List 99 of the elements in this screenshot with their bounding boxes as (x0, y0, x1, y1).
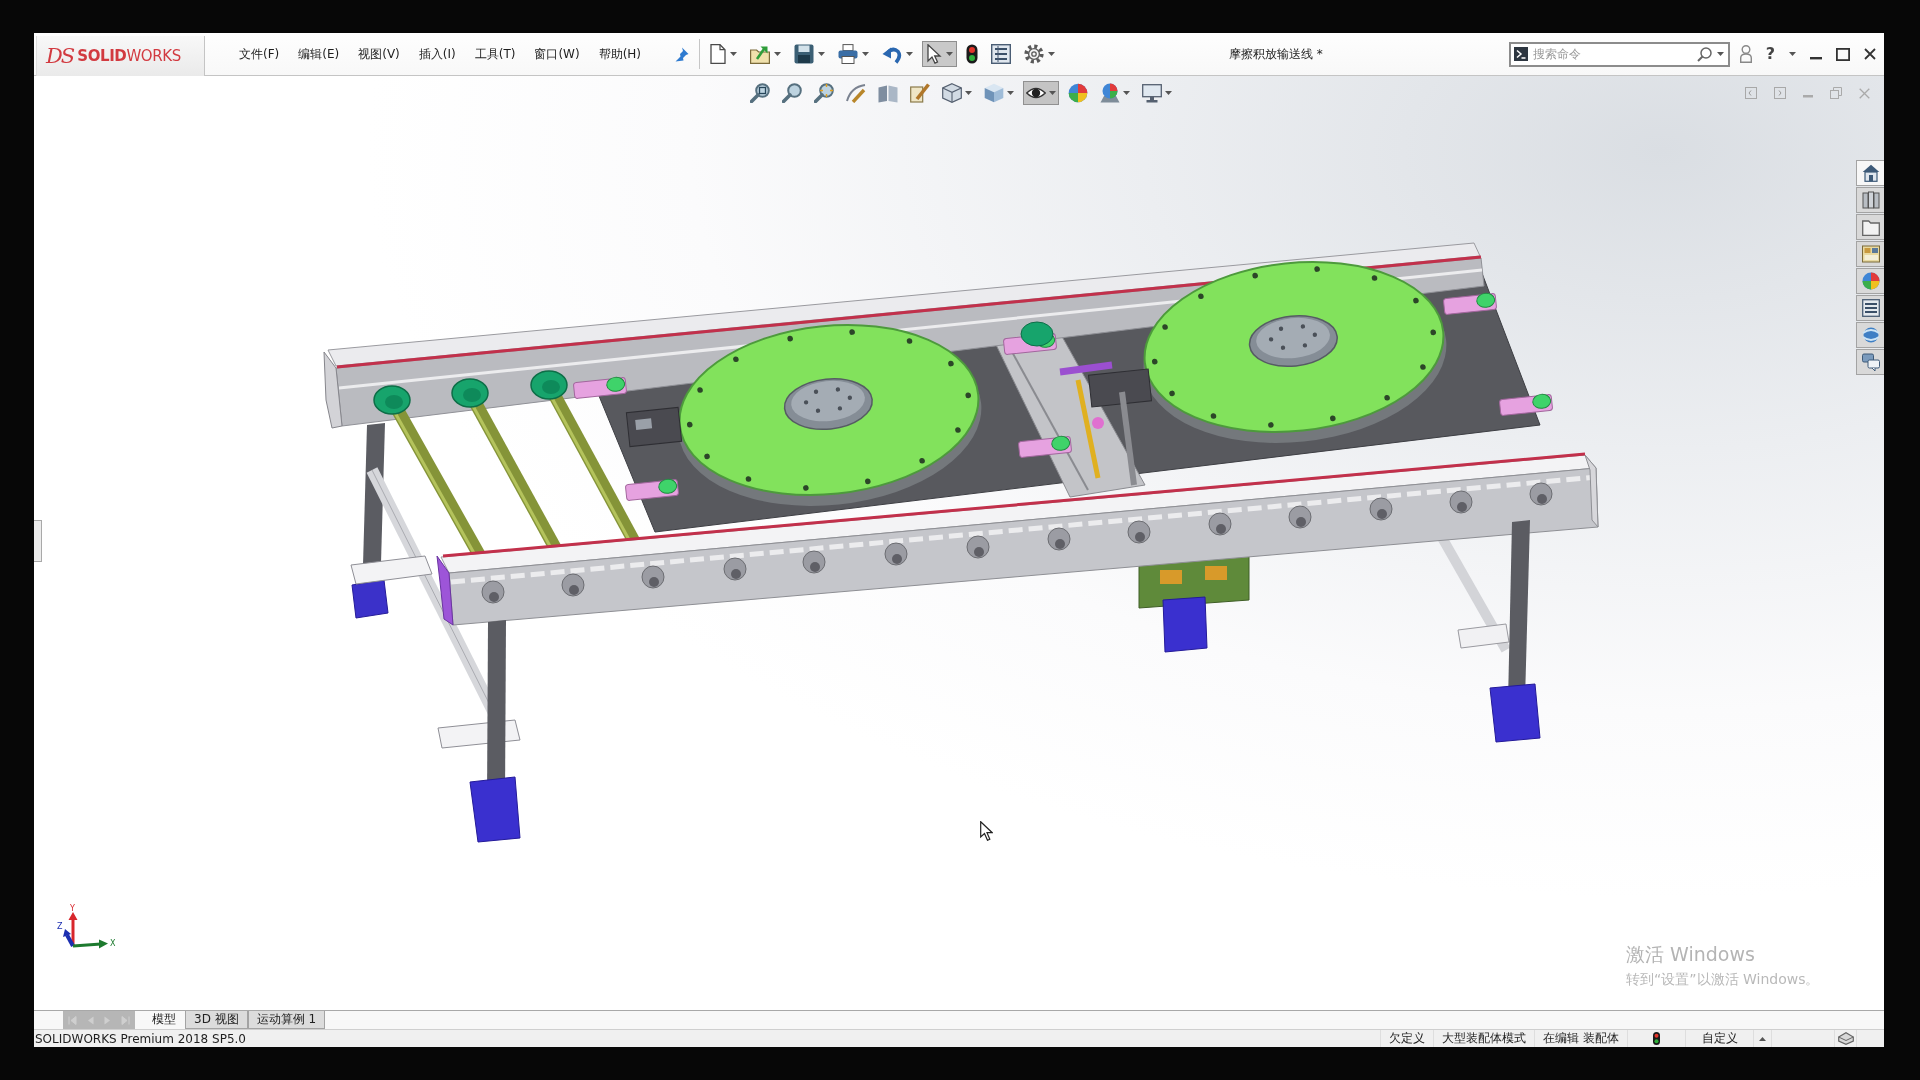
zoom-sparkle-icon (814, 83, 834, 103)
version-text: SOLIDWORKS Premium 2018 SP5.0 (34, 1031, 246, 1046)
caret-icon[interactable] (730, 52, 738, 56)
panels-icon (878, 83, 898, 103)
resources-tab[interactable] (1856, 322, 1884, 348)
window-title: 摩擦积放输送线 * (1227, 45, 1324, 63)
pin-icon[interactable] (675, 46, 690, 62)
annotation-view-button[interactable] (907, 81, 933, 105)
mouse-pointer-icon (980, 821, 993, 841)
caret-icon[interactable] (1759, 1036, 1766, 1041)
units-button[interactable]: 自定义 (1685, 1030, 1753, 1047)
status-text: 欠定义 (1380, 1030, 1434, 1047)
terminal-icon (1513, 47, 1528, 61)
caret-icon[interactable] (906, 52, 914, 56)
logo-mark: DS (46, 45, 74, 67)
view-orientation-button[interactable] (939, 81, 975, 105)
axis-label: X (110, 939, 116, 948)
x-axis-arrow (72, 939, 108, 949)
logo-wordmark: SOLIDWORKS (77, 48, 181, 64)
traffic-light-icon[interactable] (1653, 1032, 1660, 1045)
open-folder-icon (750, 44, 771, 64)
document-tab[interactable]: 3D 视图 (185, 1011, 248, 1029)
sidebar-expand-handle[interactable] (34, 520, 42, 562)
help-button[interactable]: ? (1765, 46, 1775, 62)
printer-icon (838, 44, 859, 64)
caret-icon[interactable] (1049, 91, 1056, 95)
previous-view-button[interactable] (811, 81, 837, 105)
traffic-light-icon (966, 44, 979, 64)
zoom-frame-icon (750, 83, 770, 103)
caret-icon[interactable] (965, 91, 972, 95)
apply-scene-button[interactable] (1097, 81, 1133, 105)
caret-icon[interactable] (1007, 91, 1014, 95)
menu-item[interactable]: 文件(F) (235, 42, 284, 66)
zoom-to-area-button[interactable] (779, 81, 805, 105)
axis-label: Y (70, 904, 75, 913)
view-settings-button[interactable] (1139, 81, 1175, 105)
search-field[interactable]: 搜索命令 (1508, 41, 1730, 67)
monitor-icon (1142, 83, 1162, 103)
document-tab[interactable]: 模型 (143, 1011, 185, 1029)
caret-icon[interactable] (1123, 91, 1130, 95)
zoom-to-fit-button[interactable] (747, 81, 773, 105)
menu-item[interactable]: 插入(I) (414, 42, 460, 66)
z-axis-arrow (63, 929, 75, 947)
menu-item[interactable]: 帮助(H) (594, 42, 646, 66)
activation-hint: 转到“设置”以激活 Windows。 (1626, 971, 1820, 989)
pencil-sheet-icon (910, 83, 930, 103)
list-icon (1861, 299, 1880, 317)
zoom-icon (782, 83, 802, 103)
search-input[interactable]: 搜索命令 (1532, 47, 1692, 61)
list-icon (991, 44, 1012, 64)
view-palette-tab[interactable] (1856, 241, 1884, 267)
caret-icon[interactable] (1165, 91, 1172, 95)
search-icon[interactable] (1696, 46, 1712, 62)
home-tab[interactable] (1856, 160, 1884, 186)
caret-icon[interactable] (818, 52, 826, 56)
caret-icon[interactable] (1048, 52, 1056, 56)
shaded-cube-icon (984, 83, 1004, 103)
caret-icon[interactable] (1716, 52, 1724, 56)
caret-icon[interactable] (862, 52, 870, 56)
globe-icon (1861, 326, 1880, 344)
select-button[interactable] (922, 41, 958, 67)
picture-tiles-icon (1861, 245, 1880, 263)
tile-left-icon[interactable] (1745, 87, 1757, 99)
curve-pencil-icon (846, 83, 866, 103)
menu-item[interactable]: 视图(V) (354, 42, 404, 66)
tile-right-icon[interactable] (1774, 87, 1786, 99)
close-icon[interactable] (1864, 48, 1876, 60)
caret-icon[interactable] (946, 52, 954, 56)
document-tab[interactable]: 运动算例 1 (247, 1011, 326, 1029)
activation-title: 激活 Windows (1626, 942, 1756, 967)
y-axis-arrow (68, 912, 78, 946)
pointer-arrow-icon (926, 44, 943, 64)
books-icon (1861, 191, 1880, 209)
menu-item[interactable]: 窗口(W) (530, 42, 584, 66)
menu-item[interactable]: 工具(T) (470, 42, 520, 66)
chat-bubbles-icon (1861, 353, 1880, 371)
user-icon[interactable] (1739, 45, 1752, 63)
maximize-icon[interactable] (1836, 47, 1850, 61)
home-icon (1861, 164, 1880, 182)
status-text: 在编辑 装配体 (1534, 1030, 1627, 1047)
menu-item[interactable]: 编辑(E) (294, 42, 344, 66)
hide-show-button[interactable] (1023, 81, 1059, 105)
tray-icon[interactable] (1837, 1032, 1854, 1045)
custom-properties-tab[interactable] (1856, 295, 1884, 321)
cube-icon (942, 83, 962, 103)
new-document-icon (710, 44, 727, 64)
color-ball-icon (1068, 83, 1088, 103)
appearances-tab[interactable] (1856, 268, 1884, 294)
folder-icon (1861, 218, 1880, 236)
design-library-tab[interactable] (1856, 187, 1884, 213)
file-explorer-tab[interactable] (1856, 214, 1884, 240)
forum-tab[interactable] (1856, 349, 1884, 375)
status-text: 大型装配体模式 (1433, 1030, 1535, 1047)
axis-label: Z (57, 922, 63, 931)
caret-icon[interactable] (774, 52, 782, 56)
color-ball-icon (1861, 272, 1880, 290)
scene-ball-icon (1100, 83, 1120, 103)
settings-icon (1024, 44, 1045, 64)
caret-icon[interactable] (1789, 52, 1796, 56)
